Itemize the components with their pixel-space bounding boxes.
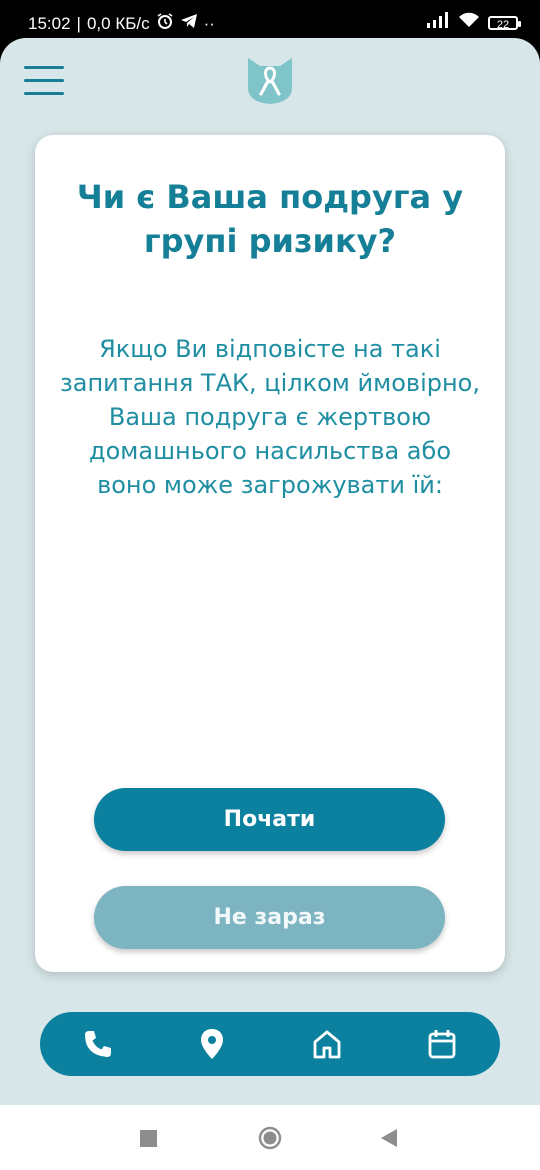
- start-button[interactable]: Почати: [94, 788, 445, 851]
- card-title: Чи є Ваша подруга у групі ризику?: [76, 178, 464, 260]
- recents-square-icon[interactable]: [140, 1130, 157, 1151]
- bottom-nav: [40, 1012, 500, 1076]
- not-now-button[interactable]: Не зараз: [94, 886, 445, 949]
- card-description: Якщо Ви відповісте на такі запитання ТАК…: [60, 335, 480, 499]
- home-circle-icon[interactable]: [258, 1126, 282, 1154]
- app-screen: Чи є Ваша подруга у групі ризику? Якщо В…: [0, 38, 540, 1105]
- status-network-speed: 0,0 КБ/с: [86, 13, 150, 33]
- location-pin-icon[interactable]: [194, 1026, 230, 1062]
- signal-icon: [426, 12, 450, 33]
- hamburger-menu-icon[interactable]: [24, 66, 64, 98]
- status-left: 15:02 | 0,0 КБ/с ··: [28, 12, 215, 35]
- telegram-icon: [180, 13, 198, 34]
- status-right: 22: [426, 12, 521, 33]
- risk-info-card: Чи є Ваша подруга у групі ризику? Якщо В…: [35, 135, 505, 972]
- status-time: 15:02: [28, 13, 71, 33]
- phone-icon[interactable]: [80, 1026, 116, 1062]
- battery-icon: 22: [488, 15, 521, 31]
- cat-ribbon-logo: [244, 54, 296, 106]
- back-triangle-icon[interactable]: [380, 1129, 398, 1151]
- status-bar: 15:02 | 0,0 КБ/с ·· 22: [0, 0, 540, 40]
- alarm-icon: [156, 12, 174, 35]
- more-dots-icon: ··: [203, 13, 215, 33]
- calendar-icon[interactable]: [424, 1026, 460, 1062]
- system-navigation-bar: [0, 1105, 540, 1170]
- home-icon[interactable]: [309, 1026, 345, 1062]
- status-separator: |: [76, 13, 81, 33]
- wifi-icon: [458, 12, 480, 33]
